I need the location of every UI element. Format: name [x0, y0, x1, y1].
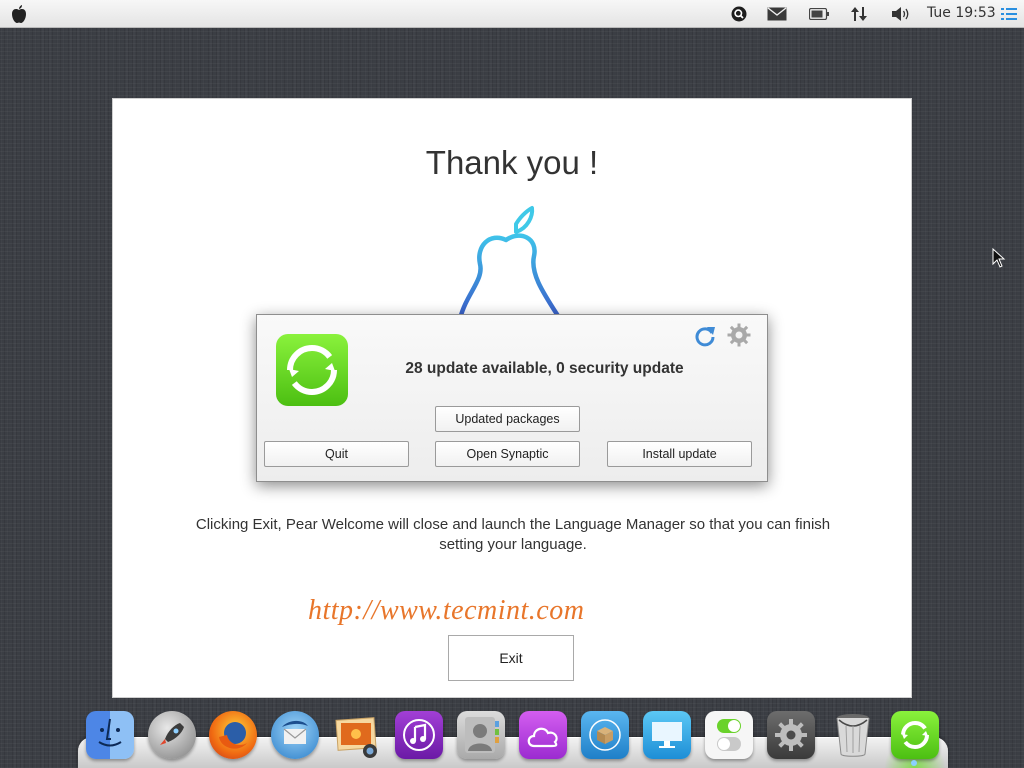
- menu-list-icon[interactable]: [1000, 4, 1018, 24]
- install-update-button[interactable]: Install update: [607, 441, 752, 467]
- pear-logo-icon: [457, 206, 563, 319]
- update-dialog: 28 update available, 0 security update U…: [256, 314, 768, 482]
- update-manager-icon: [276, 334, 348, 406]
- package-installer-icon[interactable]: [581, 711, 629, 759]
- finder-icon[interactable]: [86, 711, 134, 759]
- running-indicator: [911, 760, 917, 766]
- cloud-icon[interactable]: [519, 711, 567, 759]
- trash-icon[interactable]: [829, 711, 877, 759]
- open-synaptic-button[interactable]: Open Synaptic: [435, 441, 580, 467]
- page-title: Thank you !: [425, 144, 599, 181]
- dock-shelf: [78, 737, 948, 768]
- launchpad-icon[interactable]: [148, 711, 196, 759]
- top-panel: Tue 19:53: [0, 0, 1024, 28]
- gear-icon[interactable]: [727, 323, 751, 347]
- mail-icon[interactable]: [766, 4, 788, 24]
- update-manager-dock-icon[interactable]: [891, 711, 939, 759]
- refresh-icon[interactable]: [693, 323, 717, 347]
- search-icon[interactable]: [730, 4, 748, 24]
- pear-menu-icon[interactable]: [10, 4, 28, 24]
- music-icon[interactable]: [395, 711, 443, 759]
- switches-icon[interactable]: [705, 711, 753, 759]
- display-icon[interactable]: [643, 711, 691, 759]
- network-icon[interactable]: [849, 4, 869, 24]
- updated-packages-button[interactable]: Updated packages: [435, 406, 580, 432]
- firefox-icon[interactable]: [209, 711, 257, 759]
- mouse-cursor-icon: [992, 248, 1006, 268]
- photos-icon[interactable]: [333, 711, 381, 759]
- quit-button[interactable]: Quit: [264, 441, 409, 467]
- exit-description: Clicking Exit, Pear Welcome will close a…: [195, 516, 831, 553]
- thunderbird-icon[interactable]: [271, 711, 319, 759]
- volume-icon[interactable]: [890, 4, 912, 24]
- clock[interactable]: Tue 19:53: [927, 5, 996, 21]
- watermark-url: http://www.tecmint.com: [308, 595, 585, 626]
- battery-icon[interactable]: [808, 4, 830, 24]
- contacts-icon[interactable]: [457, 711, 505, 759]
- update-status-message: 28 update available, 0 security update: [405, 360, 684, 377]
- exit-button[interactable]: Exit: [448, 635, 574, 681]
- system-settings-icon[interactable]: [767, 711, 815, 759]
